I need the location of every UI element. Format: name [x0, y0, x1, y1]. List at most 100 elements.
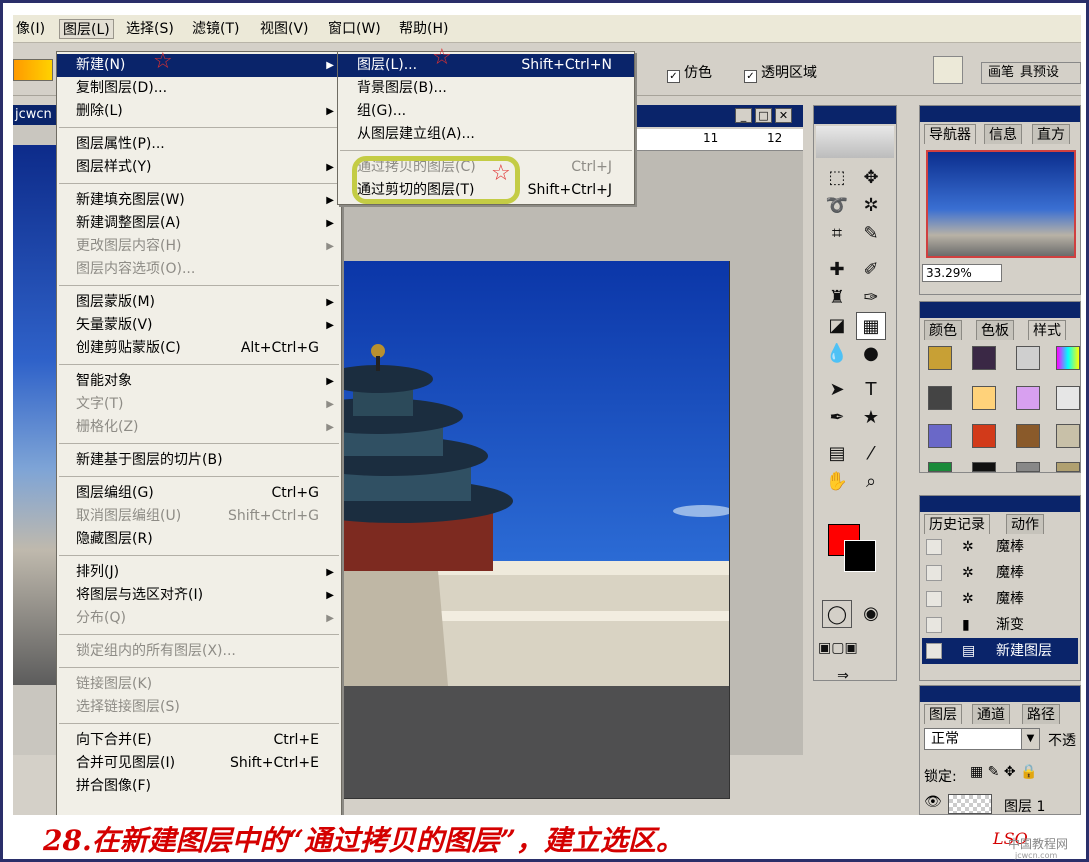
background-color-swatch[interactable]: [844, 540, 876, 572]
style-swatch[interactable]: [928, 346, 952, 370]
move-tool-icon[interactable]: ✥: [856, 164, 886, 192]
menu-select[interactable]: 选择(S): [123, 19, 177, 39]
menu-item[interactable]: 从图层建立组(A)...: [338, 123, 634, 146]
menu-item[interactable]: 图层编组(G) Ctrl+G: [57, 482, 341, 505]
menu-item[interactable]: 图层属性(P)...: [57, 133, 341, 156]
menu-item[interactable]: 矢量蒙版(V) ▶: [57, 314, 341, 337]
brush-tool-icon[interactable]: ✐: [856, 256, 886, 284]
dodge-tool-icon[interactable]: ●: [856, 340, 886, 368]
style-swatch[interactable]: [972, 346, 996, 370]
style-swatch[interactable]: [1056, 386, 1080, 410]
menu-item[interactable]: 拼合图像(F): [57, 775, 341, 798]
menu-help[interactable]: 帮助(H): [396, 19, 451, 39]
marquee-tool-icon[interactable]: ⬚: [822, 164, 852, 192]
dither-checkbox[interactable]: ✓ 仿色: [667, 62, 712, 83]
style-swatch[interactable]: [1016, 386, 1040, 410]
menu-item[interactable]: 新建(N) ▶: [57, 54, 341, 77]
menu-item[interactable]: 隐藏图层(R): [57, 528, 341, 551]
tab-styles[interactable]: 样式: [1028, 320, 1066, 340]
history-titlebar[interactable]: [920, 496, 1080, 512]
history-brush-icon[interactable]: ✑: [856, 284, 886, 312]
history-item[interactable]: ✲ 魔棒: [922, 560, 1078, 586]
eyedropper-tool-icon[interactable]: ⁄: [856, 440, 886, 468]
history-item[interactable]: ✲ 魔棒: [922, 586, 1078, 612]
style-swatch[interactable]: [972, 424, 996, 448]
tab-actions[interactable]: 动作: [1006, 514, 1044, 534]
healing-brush-icon[interactable]: ✚: [822, 256, 852, 284]
clone-stamp-icon[interactable]: ♜: [822, 284, 852, 312]
style-swatch[interactable]: [972, 386, 996, 410]
navigator-titlebar[interactable]: [920, 106, 1080, 122]
menu-item[interactable]: 新建调整图层(A) ▶: [57, 212, 341, 235]
style-swatch[interactable]: [1016, 424, 1040, 448]
style-swatch[interactable]: [1056, 346, 1080, 370]
layer-thumbnail[interactable]: [948, 794, 992, 814]
gradient-picker[interactable]: [13, 59, 53, 81]
style-swatch[interactable]: [1056, 462, 1080, 472]
magic-wand-tool-icon[interactable]: ✲: [856, 192, 886, 220]
jump-to-imageready-icon[interactable]: ⇒: [828, 662, 858, 690]
tool-preset-icon[interactable]: [933, 56, 963, 84]
menu-item[interactable]: 将图层与选区对齐(I) ▶: [57, 584, 341, 607]
chevron-down-icon[interactable]: ▼: [1021, 729, 1039, 749]
menu-item[interactable]: 背景图层(B)...: [338, 77, 634, 100]
menu-item[interactable]: 合并可见图层(I) Shift+Ctrl+E: [57, 752, 341, 775]
minimize-button[interactable]: _: [735, 108, 752, 123]
hand-tool-icon[interactable]: ✋: [822, 468, 852, 496]
style-swatch[interactable]: [1016, 462, 1040, 472]
tab-swatches[interactable]: 色板: [976, 320, 1014, 340]
notes-tool-icon[interactable]: ▤: [822, 440, 852, 468]
slice-tool-icon[interactable]: ✎: [856, 220, 886, 248]
lock-icons[interactable]: ▦ ✎ ✥ 🔒: [970, 764, 1037, 780]
layer-name[interactable]: 图层 1: [1004, 796, 1045, 815]
gradient-tool-icon[interactable]: ▦: [856, 312, 886, 340]
menu-item[interactable]: 新建填充图层(W) ▶: [57, 189, 341, 212]
standard-mode-icon[interactable]: ◯: [822, 600, 852, 628]
blend-mode-select[interactable]: 正常 ▼: [924, 728, 1040, 750]
tools-titlebar[interactable]: [814, 106, 896, 124]
menu-item[interactable]: 新建基于图层的切片(B): [57, 449, 341, 472]
layers-titlebar[interactable]: [920, 686, 1080, 702]
zoom-tool-icon[interactable]: ⌕: [856, 468, 886, 496]
navigator-thumbnail[interactable]: [926, 150, 1076, 258]
menu-item[interactable]: 复制图层(D)...: [57, 77, 341, 100]
menu-image[interactable]: 像(I): [13, 19, 48, 39]
eraser-tool-icon[interactable]: ◪: [822, 312, 852, 340]
menu-item[interactable]: 创建剪贴蒙版(C) Alt+Ctrl+G: [57, 337, 341, 360]
style-swatch[interactable]: [928, 386, 952, 410]
lasso-tool-icon[interactable]: ➰: [822, 192, 852, 220]
menu-item[interactable]: 图层(L)... Shift+Ctrl+N: [338, 54, 634, 77]
quickmask-mode-icon[interactable]: ◉: [856, 600, 886, 628]
menu-item[interactable]: 组(G)...: [338, 100, 634, 123]
tab-navigator[interactable]: 导航器: [924, 124, 976, 144]
menu-view[interactable]: 视图(V): [257, 19, 312, 39]
pen-tool-icon[interactable]: ✒: [822, 404, 852, 432]
tab-layers[interactable]: 图层: [924, 704, 962, 724]
navigator-zoom-field[interactable]: 33.29%: [922, 264, 1002, 282]
menu-item[interactable]: 图层蒙版(M) ▶: [57, 291, 341, 314]
blur-tool-icon[interactable]: 💧: [822, 340, 852, 368]
history-item[interactable]: ▮ 渐变: [922, 612, 1078, 638]
menu-item[interactable]: 删除(L) ▶: [57, 100, 341, 123]
tab-info[interactable]: 信息: [984, 124, 1022, 144]
style-swatch[interactable]: [928, 462, 952, 472]
menu-item[interactable]: 向下合并(E) Ctrl+E: [57, 729, 341, 752]
crop-tool-icon[interactable]: ⌗: [822, 220, 852, 248]
style-swatch[interactable]: [928, 424, 952, 448]
brush-palette-well[interactable]: 画笔 具预设: [981, 62, 1081, 84]
menu-item[interactable]: 排列(J) ▶: [57, 561, 341, 584]
style-swatch[interactable]: [1056, 424, 1080, 448]
tab-histogram[interactable]: 直方: [1032, 124, 1070, 144]
tab-color[interactable]: 颜色: [924, 320, 962, 340]
style-swatch[interactable]: [972, 462, 996, 472]
menu-layer[interactable]: 图层(L): [59, 19, 114, 39]
menu-item[interactable]: 智能对象 ▶: [57, 370, 341, 393]
transparency-checkbox[interactable]: ✓ 透明区域: [744, 62, 817, 83]
menu-window[interactable]: 窗口(W): [325, 19, 384, 39]
canvas-area[interactable]: [343, 151, 803, 799]
close-button[interactable]: ✕: [775, 108, 792, 123]
screen-mode-icons[interactable]: ▣▢▣: [818, 634, 858, 662]
path-select-icon[interactable]: ➤: [822, 376, 852, 404]
styles-titlebar[interactable]: [920, 302, 1080, 318]
type-tool-icon[interactable]: T: [856, 376, 886, 404]
